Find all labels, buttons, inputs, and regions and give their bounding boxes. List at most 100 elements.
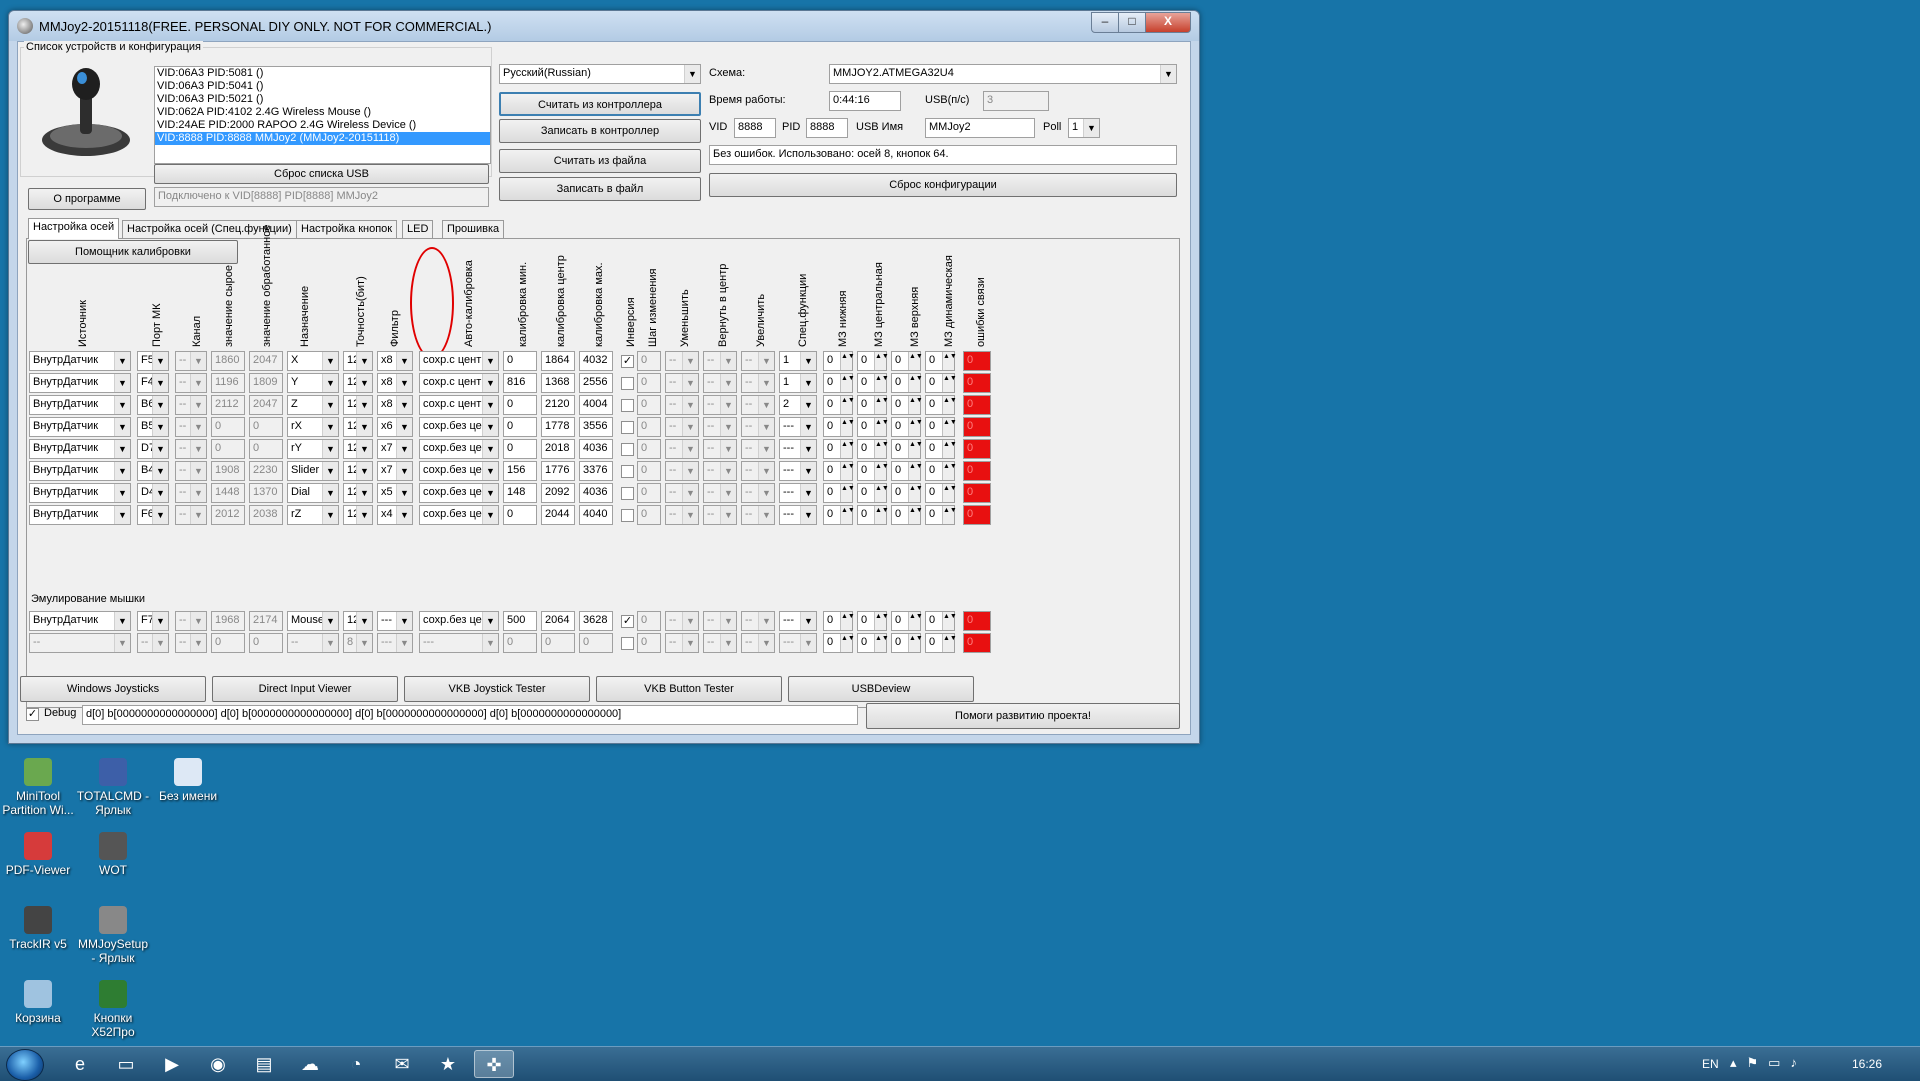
tab-axes[interactable]: Настройка осей — [28, 218, 120, 239]
axis-filter-select[interactable]: x7 ▼ — [377, 461, 413, 481]
deadzone-dzc-spinner[interactable]: 0 ▲▼ — [857, 483, 889, 503]
axis-filter-select[interactable]: x8 ▼ — [377, 351, 413, 371]
axis-ccen-field[interactable]: 1776 — [541, 461, 575, 481]
read-controller-button[interactable]: Считать из контроллера — [499, 92, 701, 116]
calibration-helper-button[interactable]: Помощник калибровки — [28, 240, 238, 264]
axis-spec-select[interactable]: 1 ▼ — [779, 351, 817, 371]
axis-spec-select[interactable]: --- ▼ — [779, 483, 817, 503]
axis-cmax-field[interactable]: 4036 — [579, 483, 613, 503]
axis-prec-select[interactable]: 12▼ — [343, 505, 373, 525]
inversion-checkbox[interactable] — [621, 377, 634, 390]
close-button[interactable]: X — [1145, 12, 1191, 33]
reset-config-button[interactable]: Сброс конфигурации — [709, 173, 1177, 197]
spin-arrows-icon[interactable]: ▲▼ — [874, 396, 889, 414]
device-list[interactable]: VID:06A3 PID:5081 () VID:06A3 PID:5041 ()… — [154, 66, 491, 164]
spin-arrows-icon[interactable]: ▲▼ — [840, 440, 855, 458]
device-list-item[interactable]: VID:06A3 PID:5021 () — [155, 93, 490, 106]
cloud-icon[interactable]: ☁ — [290, 1050, 330, 1078]
deadzone-dzu-spinner[interactable]: 0 ▲▼ — [891, 633, 923, 653]
deadzone-dzu-spinner[interactable]: 0 ▲▼ — [891, 505, 923, 525]
axis-auto-select[interactable]: сохр.без центра▼ — [419, 483, 499, 503]
spin-arrows-icon[interactable]: ▲▼ — [942, 506, 957, 524]
inversion-checkbox[interactable] — [621, 399, 634, 412]
axis-cmin-field[interactable]: 500 — [503, 611, 537, 631]
axis-ccen-field[interactable]: 2092 — [541, 483, 575, 503]
spin-arrows-icon[interactable]: ▲▼ — [874, 374, 889, 392]
deadzone-dzc-spinner[interactable]: 0 ▲▼ — [857, 351, 889, 371]
deadzone-dzu-spinner[interactable]: 0 ▲▼ — [891, 461, 923, 481]
axis-auto-select[interactable]: сохр.без центра▼ — [419, 461, 499, 481]
axis-source-select[interactable]: ВнутрДатчик ▼ — [29, 461, 131, 481]
axis-spec-select[interactable]: 2 ▼ — [779, 395, 817, 415]
spin-arrows-icon[interactable]: ▲▼ — [840, 634, 855, 652]
device-list-item[interactable]: VID:24AE PID:2000 RAPOO 2.4G Wireless De… — [155, 119, 490, 132]
inversion-checkbox[interactable] — [621, 509, 634, 522]
axis-filter-select[interactable]: x6 ▼ — [377, 417, 413, 437]
poll-select[interactable]: 1 ▼ — [1068, 118, 1100, 138]
minimize-button[interactable]: – — [1091, 12, 1119, 33]
tool-button[interactable]: USBDeview — [788, 676, 974, 702]
axis-source-select[interactable]: ВнутрДатчик ▼ — [29, 395, 131, 415]
spin-arrows-icon[interactable]: ▲▼ — [942, 462, 957, 480]
desktop-icon[interactable]: TOTALCMD - Ярлык — [75, 758, 151, 817]
inversion-checkbox[interactable] — [621, 443, 634, 456]
device-list-item[interactable]: VID:06A3 PID:5041 () — [155, 80, 490, 93]
axis-ccen-field[interactable]: 2044 — [541, 505, 575, 525]
deadzone-dzc-spinner[interactable]: 0 ▲▼ — [857, 633, 889, 653]
desktop-icon[interactable]: Без имени — [150, 758, 226, 803]
axis-assign-select[interactable]: rZ ▼ — [287, 505, 339, 525]
axis-spec-select[interactable]: 1 ▼ — [779, 373, 817, 393]
axis-filter-select[interactable]: x8 ▼ — [377, 373, 413, 393]
axis-auto-select[interactable]: сохр.без центра▼ — [419, 505, 499, 525]
deadzone-dzd-spinner[interactable]: 0 ▲▼ — [925, 395, 957, 415]
tab-led[interactable]: LED — [402, 220, 434, 238]
deadzone-dzu-spinner[interactable]: 0 ▲▼ — [891, 351, 923, 371]
tool-button[interactable]: VKB Joystick Tester — [404, 676, 590, 702]
spin-arrows-icon[interactable]: ▲▼ — [908, 352, 923, 370]
title-bar[interactable]: MMJoy2-20151118(FREE. PERSONAL DIY ONLY.… — [9, 11, 1199, 41]
axis-prec-select[interactable]: 12▼ — [343, 395, 373, 415]
deadzone-dzc-spinner[interactable]: 0 ▲▼ — [857, 505, 889, 525]
star-icon[interactable]: ★ — [428, 1050, 468, 1078]
deadzone-dzd-spinner[interactable]: 0 ▲▼ — [925, 611, 957, 631]
deadzone-dzl-spinner[interactable]: 0 ▲▼ — [823, 417, 855, 437]
axis-source-select[interactable]: ВнутрДатчик ▼ — [29, 439, 131, 459]
deadzone-dzc-spinner[interactable]: 0 ▲▼ — [857, 439, 889, 459]
deadzone-dzu-spinner[interactable]: 0 ▲▼ — [891, 373, 923, 393]
axis-assign-select[interactable]: X ▼ — [287, 351, 339, 371]
spin-arrows-icon[interactable]: ▲▼ — [942, 484, 957, 502]
axis-source-select[interactable]: ВнутрДатчик ▼ — [29, 373, 131, 393]
reset-usb-list-button[interactable]: Сброс списка USB — [154, 164, 489, 184]
skype-icon[interactable]: ◔ — [336, 1050, 376, 1078]
deadzone-dzd-spinner[interactable]: 0 ▲▼ — [925, 505, 957, 525]
device-list-item[interactable]: VID:06A3 PID:5081 () — [155, 67, 490, 80]
chrome-icon[interactable]: ◉ — [198, 1050, 238, 1078]
read-file-button[interactable]: Считать из файла — [499, 149, 701, 173]
axis-port-select[interactable]: D4▼ — [137, 483, 169, 503]
tool-button[interactable]: Windows Joysticks — [20, 676, 206, 702]
deadzone-dzd-spinner[interactable]: 0 ▲▼ — [925, 373, 957, 393]
axis-filter-select[interactable]: x5 ▼ — [377, 483, 413, 503]
axis-assign-select[interactable]: Z ▼ — [287, 395, 339, 415]
spin-arrows-icon[interactable]: ▲▼ — [908, 634, 923, 652]
axis-prec-select[interactable]: 12▼ — [343, 461, 373, 481]
axis-assign-select[interactable]: rX ▼ — [287, 417, 339, 437]
spin-arrows-icon[interactable]: ▲▼ — [874, 352, 889, 370]
deadzone-dzl-spinner[interactable]: 0 ▲▼ — [823, 351, 855, 371]
axis-filter-select[interactable]: x8 ▼ — [377, 395, 413, 415]
axis-port-select[interactable]: B5▼ — [137, 417, 169, 437]
axis-prec-select[interactable]: 12▼ — [343, 373, 373, 393]
spin-arrows-icon[interactable]: ▲▼ — [942, 634, 957, 652]
spin-arrows-icon[interactable]: ▲▼ — [840, 374, 855, 392]
axis-port-select[interactable]: F5▼ — [137, 351, 169, 371]
write-file-button[interactable]: Записать в файл — [499, 177, 701, 201]
tab-firmware[interactable]: Прошивка — [442, 220, 505, 238]
inversion-checkbox[interactable] — [621, 465, 634, 478]
axis-source-select[interactable]: ВнутрДатчик ▼ — [29, 351, 131, 371]
spin-arrows-icon[interactable]: ▲▼ — [942, 396, 957, 414]
axis-spec-select[interactable]: --- ▼ — [779, 461, 817, 481]
axis-auto-select[interactable]: сохр.без центра▼ — [419, 439, 499, 459]
axis-cmin-field[interactable]: 0 — [503, 395, 537, 415]
axis-cmin-field[interactable]: 0 — [503, 417, 537, 437]
tool-button[interactable]: VKB Button Tester — [596, 676, 782, 702]
